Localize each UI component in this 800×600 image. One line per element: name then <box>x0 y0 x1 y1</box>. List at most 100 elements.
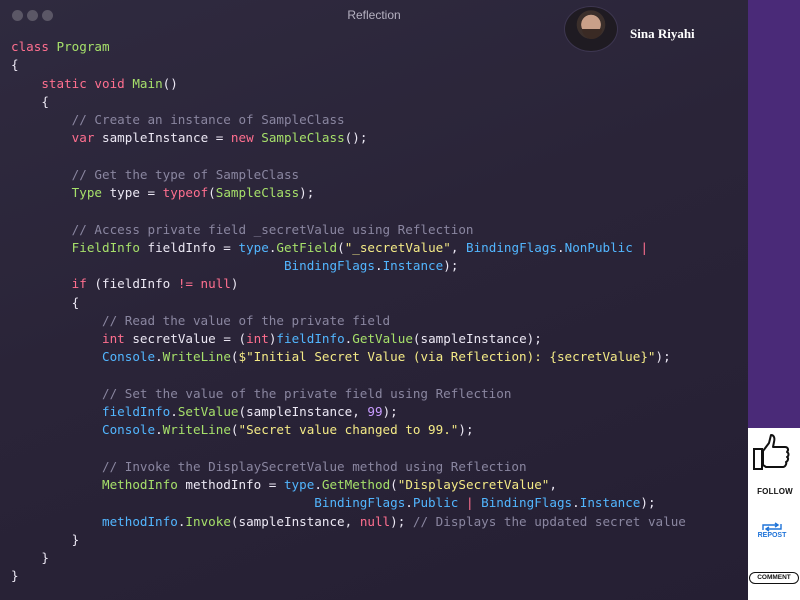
code-line: { <box>11 294 686 312</box>
code-token: { <box>11 294 80 310</box>
code-token: "DisplaySecretValue" <box>397 477 550 492</box>
code-token: 99 <box>367 404 383 419</box>
code-token: ( <box>230 349 239 365</box>
code-line: BindingFlags.Instance); <box>11 257 686 275</box>
code-line: // Invoke the DisplaySecretValue method … <box>11 458 686 476</box>
code-token: (sampleInstance, <box>238 404 368 419</box>
code-token: GetField <box>276 239 338 255</box>
code-line: fieldInfo.SetValue(sampleInstance, 99); <box>11 403 686 421</box>
code-token: // Set the value of the private field us… <box>11 385 512 401</box>
code-token: typeof <box>162 185 209 200</box>
comment-button[interactable]: COMMENT <box>749 572 799 584</box>
code-token: ); <box>382 404 398 419</box>
code-token: // Access private field _secretValue usi… <box>11 221 474 237</box>
code-token: GetMethod <box>321 477 391 492</box>
follow-button[interactable]: FOLLOW <box>750 487 800 496</box>
code-token: { <box>11 57 19 73</box>
repost-icon <box>762 522 782 532</box>
code-token: Console <box>11 349 156 365</box>
code-token: null <box>359 513 391 529</box>
code-token: BindingFlags <box>283 258 375 273</box>
code-line: // Set the value of the private field us… <box>11 385 686 403</box>
code-token: "_secretValue" <box>344 239 451 255</box>
code-token: GetValue <box>352 331 413 346</box>
code-token: // Displays the updated secret value <box>412 513 686 529</box>
code-block: class Program{ static void Main() { // C… <box>11 38 686 586</box>
code-line: { <box>11 93 686 111</box>
code-token: SampleClass <box>215 185 300 200</box>
code-token: var <box>11 130 102 146</box>
code-token: != null <box>177 276 231 292</box>
code-token: BindingFlags <box>314 495 406 511</box>
code-line: // Read the value of the private field <box>11 312 686 330</box>
code-token: , <box>450 239 467 255</box>
code-token: ( <box>390 477 398 492</box>
code-token: } <box>11 568 19 584</box>
code-token: "Secret value changed to 99." <box>238 422 459 438</box>
code-token: ) <box>230 276 239 292</box>
code-token: fieldInfo <box>276 331 345 346</box>
code-token: int <box>246 331 269 346</box>
code-window: Reflection Sina Riyahi class Program{ st… <box>0 0 748 600</box>
code-token: Console <box>11 422 156 438</box>
code-token: ); <box>458 422 474 438</box>
code-token: ); <box>655 349 671 365</box>
code-token: new <box>230 130 262 146</box>
code-token: type = <box>109 185 163 200</box>
code-token: . <box>314 477 322 492</box>
code-line: class Program <box>11 38 686 56</box>
code-token: ); <box>390 513 413 529</box>
code-line: Console.WriteLine("Secret value changed … <box>11 421 686 439</box>
code-token: (); <box>344 130 368 146</box>
code-line: BindingFlags.Public | BindingFlags.Insta… <box>11 494 686 512</box>
code-token: . <box>170 404 178 419</box>
code-token: . <box>155 349 163 365</box>
code-token: . <box>405 495 413 511</box>
thumbs-up-icon[interactable] <box>752 432 792 472</box>
code-token: class <box>11 39 57 54</box>
code-token: Invoke <box>185 513 231 529</box>
code-line: // Create an instance of SampleClass <box>11 111 686 129</box>
code-line: { <box>11 56 686 74</box>
code-token: secretValue = ( <box>132 331 247 346</box>
code-line: static void Main() <box>11 75 686 93</box>
code-token: SampleClass <box>261 130 345 146</box>
repost-button[interactable]: REPOST <box>750 532 794 539</box>
code-token: | <box>632 239 649 255</box>
code-line: } <box>11 567 686 585</box>
code-token: fieldInfo <box>11 404 171 419</box>
code-line: var sampleInstance = new SampleClass(); <box>11 129 686 147</box>
code-token: BindingFlags <box>466 239 558 255</box>
code-token: methodInfo = <box>185 477 284 492</box>
code-token: } <box>11 531 80 547</box>
code-token: Program <box>56 39 110 54</box>
code-token: { <box>11 93 49 109</box>
code-token: int <box>11 331 133 346</box>
code-token: Type <box>11 185 110 200</box>
code-line: // Get the type of SampleClass <box>11 166 686 184</box>
code-token: . <box>572 495 580 511</box>
code-token: static void <box>11 75 133 91</box>
code-token: . <box>557 239 565 255</box>
code-token: ); <box>443 258 459 273</box>
code-token: (fieldInfo <box>94 276 178 292</box>
code-token: ); <box>299 185 315 200</box>
code-token: sampleInstance = <box>102 130 231 146</box>
code-token: BindingFlags <box>481 495 573 511</box>
code-token: . <box>155 422 163 438</box>
code-line: int secretValue = (int)fieldInfo.GetValu… <box>11 330 686 348</box>
code-token: $"Initial Secret Value (via Reflection):… <box>238 349 656 365</box>
code-token: Public <box>412 495 459 511</box>
code-token: // Create an instance of SampleClass <box>11 112 345 127</box>
code-token: fieldInfo = <box>147 239 239 255</box>
code-line: if (fieldInfo != null) <box>11 275 686 293</box>
code-token: ( <box>337 239 345 255</box>
code-token: (sampleInstance); <box>412 331 542 346</box>
code-token: if <box>11 276 95 292</box>
